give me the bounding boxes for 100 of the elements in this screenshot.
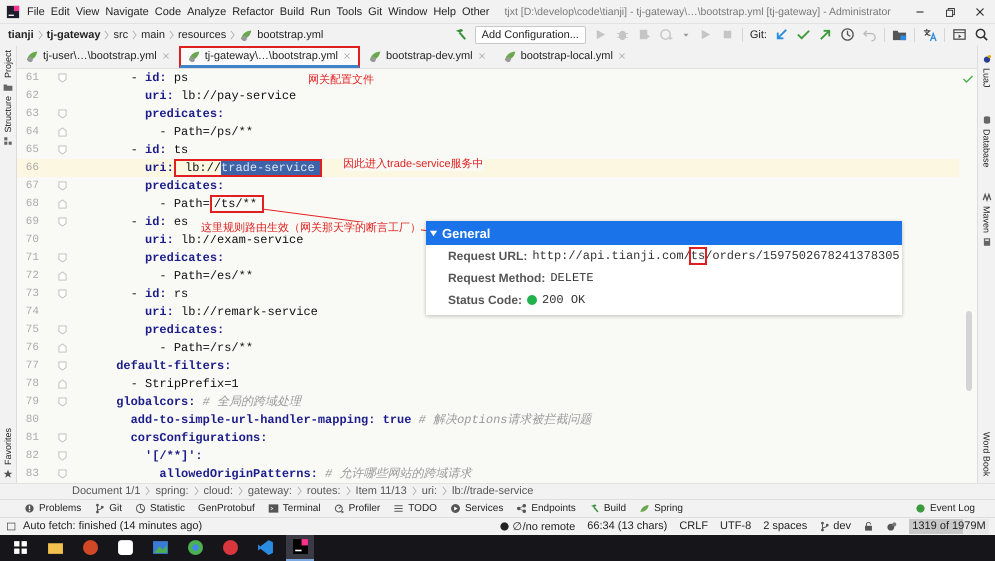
status-item[interactable]: UTF-8 xyxy=(720,520,752,532)
menu-item[interactable]: Build xyxy=(276,6,308,18)
editor-tab[interactable]: bootstrap-dev.yml xyxy=(360,46,495,68)
breadcrumb-item[interactable]: src xyxy=(113,28,128,41)
editor-tab[interactable]: bootstrap-local.yml xyxy=(494,46,635,68)
tool-window-tab[interactable]: Project xyxy=(3,50,13,78)
breadcrumb-item[interactable]: bootstrap.yml xyxy=(257,28,324,41)
code-line: uri: lb://exam-service xyxy=(144,232,304,247)
code-line: predicates: xyxy=(144,178,224,193)
menu-item[interactable]: Code xyxy=(152,6,184,18)
tool-window-tab[interactable]: Database xyxy=(982,129,992,168)
tool-window-button[interactable]: Terminal xyxy=(268,502,321,514)
menu-item[interactable]: Other xyxy=(458,6,492,18)
breadcrumb-item[interactable]: tj-gateway xyxy=(46,28,100,41)
field-value: DELETE xyxy=(550,271,594,285)
menu-item[interactable]: Window xyxy=(385,6,430,18)
line-number: 65 xyxy=(24,144,39,156)
tool-window-button[interactable]: TODO xyxy=(393,502,437,514)
path-item[interactable]: routes: xyxy=(306,485,341,498)
tool-window-tab[interactable]: LuaJ xyxy=(982,68,992,88)
line-number: 62 xyxy=(24,90,39,102)
line-number: 83 xyxy=(24,468,39,480)
status-item[interactable]: 2 spaces xyxy=(763,520,808,532)
tool-window-button[interactable]: Problems xyxy=(24,502,82,514)
editor-tab[interactable]: tj-user\…\bootstrap.yml xyxy=(17,46,179,68)
path-item[interactable]: spring: xyxy=(155,485,189,498)
code-line: predicates: xyxy=(144,250,224,265)
tool-window-tab[interactable]: Favorites xyxy=(3,428,13,465)
line-number: 61 xyxy=(24,72,39,84)
status-message: Auto fetch: finished (14 minutes ago) xyxy=(23,520,202,532)
code-line: - Path=/rs/** xyxy=(158,340,254,355)
line-number: 64 xyxy=(24,126,39,138)
tool-window-tab[interactable]: Word Book xyxy=(982,432,992,477)
tool-window-button[interactable]: Spring xyxy=(639,502,683,514)
tool-window-button[interactable]: GenProtobuf xyxy=(198,502,255,514)
line-number: 75 xyxy=(24,324,39,336)
path-item[interactable]: Document 1/1 xyxy=(72,485,140,498)
status-item[interactable]: ∅/no remote xyxy=(498,520,576,533)
line-number: 78 xyxy=(24,378,39,390)
field-label: Request URL: xyxy=(448,249,528,263)
breadcrumb-item[interactable]: tianji xyxy=(8,28,34,41)
tool-window-button[interactable]: Endpoints xyxy=(516,502,576,514)
status-item[interactable]: CRLF xyxy=(679,520,708,532)
field-label: Request Method: xyxy=(448,271,546,285)
path-item[interactable]: uri: xyxy=(422,485,437,498)
run-configuration-button[interactable]: Add Configuration... xyxy=(474,26,586,44)
menu-item[interactable]: Refactor xyxy=(229,6,277,18)
line-number: 74 xyxy=(24,306,39,318)
field-value: http://api.tianji.com/ts/orders/1597502678241378305 xyxy=(532,249,900,263)
breadcrumb-item[interactable]: resources xyxy=(178,28,226,41)
code-line: predicates: xyxy=(144,322,224,337)
tool-window-button[interactable]: Profiler xyxy=(334,502,380,514)
code-line: corsConfigurations: xyxy=(130,430,268,445)
code-line: uri: lb://pay-service xyxy=(144,88,296,103)
editor-tab[interactable]: tj-gateway\…\bootstrap.yml xyxy=(178,46,360,68)
line-number: 66 xyxy=(24,162,39,174)
menu-item[interactable]: Analyze xyxy=(184,6,230,18)
menu-item[interactable]: Tools xyxy=(333,6,366,18)
tool-window-tab[interactable]: Maven xyxy=(982,206,992,233)
menu-item[interactable]: Run xyxy=(307,6,334,18)
code-line: - id: es xyxy=(130,214,188,229)
line-number: 81 xyxy=(24,432,39,444)
path-item[interactable]: gateway: xyxy=(248,485,292,498)
annotation-note: 这里规则路由生效（网关那天学的断言工厂） xyxy=(201,222,421,235)
path-item[interactable]: cloud: xyxy=(204,485,233,498)
line-number: 67 xyxy=(24,180,39,192)
path-item[interactable]: lb://trade-service xyxy=(452,485,534,498)
menu-item[interactable]: Help xyxy=(430,6,459,18)
menu-item[interactable]: Navigate xyxy=(102,6,152,18)
status-item[interactable]: dev xyxy=(819,520,851,532)
line-number: 77 xyxy=(24,360,39,372)
field-value: 200 OK xyxy=(542,293,586,307)
line-number: 80 xyxy=(24,414,39,426)
window-title: tjxt [D:\develop\code\tianji] - tj-gateway\…\bootstrap.yml [tj-gateway] - Administrator xyxy=(504,6,891,18)
menu-item[interactable]: Git xyxy=(365,6,386,18)
tool-window-tab[interactable]: Structure xyxy=(3,96,13,132)
menu-item[interactable]: Edit xyxy=(48,6,73,18)
event-log-button[interactable]: Event Log xyxy=(914,502,975,514)
tool-window-button[interactable]: Statistic xyxy=(135,502,186,514)
section-header[interactable]: General xyxy=(426,221,902,245)
breadcrumb-item[interactable]: main xyxy=(141,28,165,41)
code-line: - Path= /ts/** xyxy=(73,196,264,211)
tool-window-button[interactable]: Build xyxy=(588,502,626,514)
status-item[interactable]: 66:34 (13 chars) xyxy=(587,520,668,532)
line-number: 72 xyxy=(24,270,39,282)
path-item[interactable]: Item 11/13 xyxy=(356,485,407,498)
menu-item[interactable]: File xyxy=(24,6,48,18)
code-line: - Path=/ps/** xyxy=(158,124,254,139)
annotation-note: 网关配置文件 xyxy=(308,74,374,87)
code-line: globalcors: # 全局的跨域处理 xyxy=(115,394,302,410)
tool-window-button[interactable]: Services xyxy=(450,502,504,514)
menu-item[interactable]: View xyxy=(72,6,102,18)
code-line: add-to-simple-url-handler-mapping: true # 解决options请求被拦截问题 xyxy=(130,412,592,428)
code-line: allowedOriginPatterns: # 允许哪些网站的跨域请求 xyxy=(158,466,472,482)
line-number: 76 xyxy=(24,342,39,354)
tool-window-button[interactable]: Git xyxy=(94,502,122,514)
line-number: 63 xyxy=(24,108,39,120)
memory-indicator[interactable]: 1319 of 1979M xyxy=(909,518,989,534)
code-line: predicates: xyxy=(144,106,224,121)
code-line: - id: rs xyxy=(130,286,188,301)
